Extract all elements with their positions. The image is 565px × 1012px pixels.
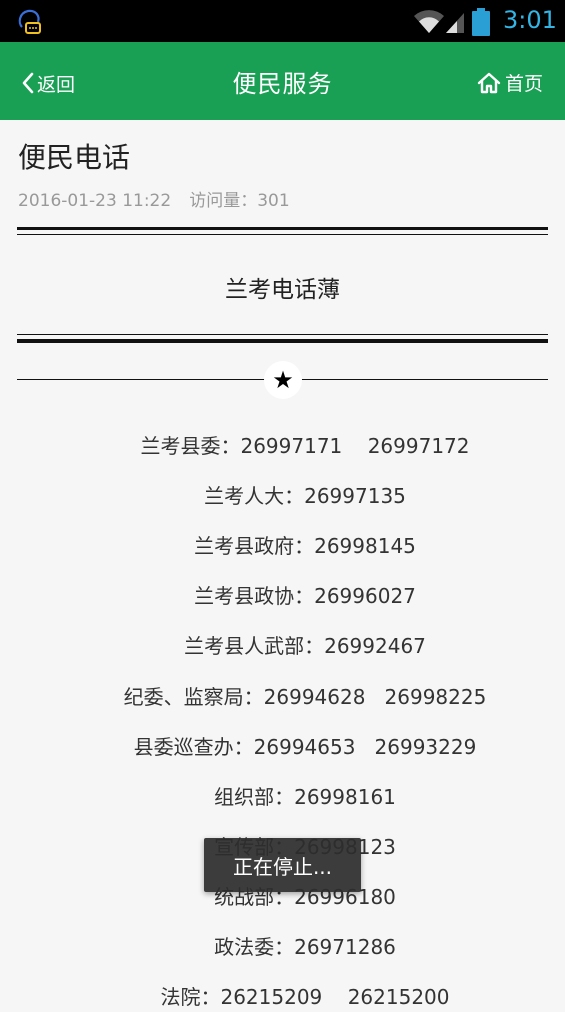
phone-entry[interactable]: 法院：26215209 26215200 [0, 982, 565, 1012]
status-bar: 3:01 [0, 0, 565, 42]
signal-icon [446, 13, 464, 33]
phone-entry[interactable]: 兰考县人武部：26992467 [0, 631, 565, 661]
home-button[interactable]: 首页 [477, 69, 543, 96]
phone-entry[interactable]: 兰考人大：26997135 [0, 481, 565, 511]
phone-entry[interactable]: 兰考县委：26997171 26997172 [0, 431, 565, 461]
bottom-divider-thin [17, 334, 548, 335]
toast-message: 正在停止... [204, 838, 361, 892]
battery-icon [472, 8, 490, 36]
star-icon: ★ [264, 361, 302, 399]
phone-entry[interactable]: 兰考县政府：26998145 [0, 531, 565, 561]
home-icon [477, 72, 501, 93]
phone-entry[interactable]: 兰考县政协：26996027 [0, 581, 565, 611]
top-divider-thick [17, 227, 548, 230]
notification-chat-icon [18, 9, 41, 34]
phone-entry[interactable]: 纪委、监察局：26994628 26998225 [0, 682, 565, 712]
view-count: 访问量：301 [189, 191, 290, 211]
article-date: 2016-01-23 11:22 [18, 191, 172, 211]
phonebook-heading: 兰考电话薄 [225, 277, 340, 303]
top-divider-thin [17, 234, 548, 235]
phone-entry[interactable]: 组织部：26998161 [0, 782, 565, 812]
article-meta: 2016-01-23 11:22 访问量：301 [18, 186, 290, 211]
wifi-icon [414, 10, 444, 33]
status-clock: 3:01 [503, 6, 557, 34]
phone-entry[interactable]: 政法委：26971286 [0, 932, 565, 962]
article-title: 便民电话 [18, 141, 131, 174]
app-header: 返回 便民服务 首页 [0, 42, 565, 120]
bottom-divider-thick [17, 339, 548, 343]
phone-entry[interactable]: 县委巡查办：26994653 26993229 [0, 732, 565, 762]
home-label: 首页 [504, 73, 543, 95]
